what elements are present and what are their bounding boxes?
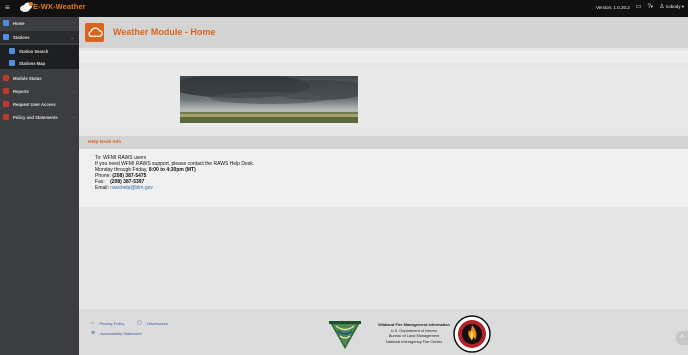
footer: ⌂ - Privacy Policy ▢ - Disclosures ⊛ - A… xyxy=(79,309,688,355)
sidebar-item-label: Home xyxy=(13,20,25,26)
sidebar-item-stations[interactable]: Stations ⌄ xyxy=(0,31,79,43)
user-menu[interactable]: ♙ nobody ▾ xyxy=(659,4,684,10)
banner-panel xyxy=(79,68,688,128)
accessibility-link[interactable]: ⊛ - Accessibility Statement xyxy=(91,330,142,336)
blm-logo xyxy=(329,321,361,349)
sidebar-item-label: Reports xyxy=(13,88,29,94)
help-email-link[interactable]: rawshelp@blm.gov xyxy=(110,185,153,191)
org-info: Wildland Fire Management Information U.S… xyxy=(375,322,453,344)
chevron-right-icon: › xyxy=(72,114,74,120)
chevron-down-icon: ⌄ xyxy=(70,34,74,40)
sidebar-item-policy[interactable]: Policy and Statements › xyxy=(0,111,79,123)
org-line: National Interagency Fire Center xyxy=(385,338,443,344)
privacy-policy-link[interactable]: ⌂ - Privacy Policy xyxy=(91,320,124,326)
sidebar-item-stations-map[interactable]: Stations Map xyxy=(0,57,79,69)
sidebar-item-label: Stations Map xyxy=(19,60,46,66)
report-icon xyxy=(3,88,9,94)
storm-landscape-image xyxy=(180,76,358,123)
sidebar-item-label: Request User Access xyxy=(13,101,56,107)
help-desk-header: Help Desk Info xyxy=(79,136,688,149)
sidebar-item-reports[interactable]: Reports › xyxy=(0,85,79,97)
chevron-up-icon: ˄ xyxy=(679,334,685,341)
help-hours: 8:00 to 4:30pm (MT) xyxy=(148,167,196,173)
page-title: Weather Module - Home xyxy=(113,27,216,37)
user-icon: ♙ xyxy=(659,4,665,10)
sidebar-item-label: Module Status xyxy=(13,75,42,81)
sidebar-item-label: Stations xyxy=(13,34,30,40)
version-label: Version: 1.0.20.2 xyxy=(596,4,630,10)
help-desk-body: To: WFMI RAWS users If you need WFMI RAW… xyxy=(79,149,688,207)
sidebar-item-request-user-access[interactable]: Request User Access xyxy=(0,98,79,110)
logo-cloud-icon xyxy=(20,2,33,12)
status-icon xyxy=(3,75,9,81)
top-navbar: ≡ E-WX-Weather Version: 1.0.20.2 ▭ ?▾ ♙ … xyxy=(0,0,688,17)
sidebar-item-label: Station Search xyxy=(19,48,49,54)
user-access-icon xyxy=(3,101,9,107)
fire-seal-logo xyxy=(453,315,491,353)
policy-icon xyxy=(3,114,9,120)
chevron-right-icon: › xyxy=(72,88,74,94)
accessibility-icon: ⊛ xyxy=(91,330,96,336)
sidebar-item-label: Policy and Statements xyxy=(13,114,58,120)
topbar-right: Version: 1.0.20.2 ▭ ?▾ ♙ nobody ▾ xyxy=(596,4,684,10)
station-icon xyxy=(3,34,9,40)
sidebar-item-home[interactable]: Home xyxy=(0,17,79,29)
empty-panel xyxy=(79,56,688,63)
map-icon xyxy=(9,60,15,66)
sidebar: Home Stations ⌄ Station Search Stations … xyxy=(0,17,79,355)
help-menu[interactable]: ?▾ xyxy=(647,4,653,10)
app-brand[interactable]: E-WX-Weather xyxy=(33,2,86,11)
sidebar-item-module-status[interactable]: Module Status xyxy=(0,72,79,84)
scroll-to-top-button[interactable]: ˄ xyxy=(676,331,688,345)
sidebar-item-station-search[interactable]: Station Search xyxy=(0,45,79,57)
home-icon xyxy=(3,20,9,26)
lock-icon: ⌂ xyxy=(91,320,95,326)
module-header: Weather Module - Home xyxy=(79,17,688,48)
document-icon: ▢ xyxy=(137,320,142,326)
org-title: Wildland Fire Management Information xyxy=(378,322,450,327)
hamburger-menu-icon[interactable]: ≡ xyxy=(5,3,10,13)
help-email-line: Email: rawshelp@blm.gov xyxy=(95,185,153,191)
disclosures-link[interactable]: ▢ - Disclosures xyxy=(137,320,168,326)
cloud-icon xyxy=(85,23,104,42)
help-desk-title: Help Desk Info xyxy=(88,140,122,145)
search-icon xyxy=(9,48,15,54)
chat-icon[interactable]: ▭ xyxy=(636,4,642,10)
